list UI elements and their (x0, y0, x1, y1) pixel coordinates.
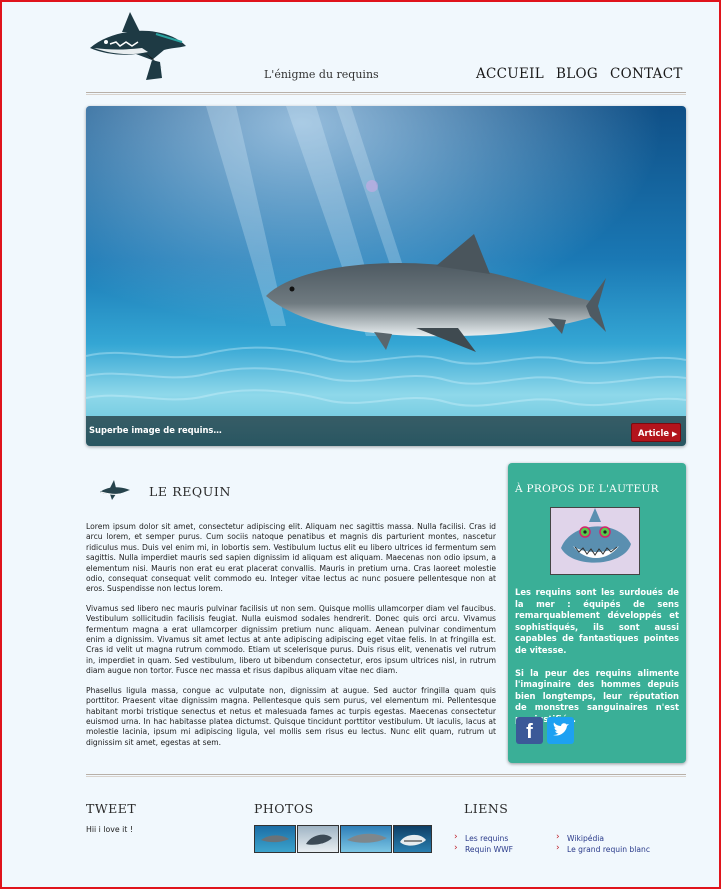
nav-accueil[interactable]: ACCUEIL (476, 66, 544, 82)
footer-link[interactable]: Requin WWF (454, 843, 513, 855)
photo-thumbnail[interactable] (393, 825, 432, 853)
play-arrow-icon: ▶ (671, 430, 678, 438)
sidebar-title: À PROPOS DE L'AUTEUR (515, 483, 659, 495)
article-button[interactable]: Article ▶ (631, 423, 681, 442)
article-paragraph: Lorem ipsum dolor sit amet, consectetur … (86, 522, 496, 594)
site-tagline: L'énigme du requins (264, 68, 379, 81)
shark-logo-icon (90, 12, 186, 80)
author-sidebar: À PROPOS DE L'AUTEUR Les requins sont le… (508, 463, 686, 763)
site-logo[interactable] (86, 8, 190, 86)
sidebar-text: Les requins sont les surdoués de la mer … (515, 587, 679, 737)
article-paragraph: Phasellus ligula massa, congue ac vulput… (86, 685, 496, 747)
photo-thumbnail[interactable] (340, 825, 392, 853)
article-title: LE REQUIN (149, 484, 231, 499)
footer-tweet-title: TWEET (86, 801, 137, 816)
article-shark-icon (98, 478, 132, 506)
photo-thumbnail[interactable] (297, 825, 339, 853)
footer-divider (86, 774, 686, 777)
footer-links-col1: Les requins Requin WWF (454, 832, 513, 855)
hero-caption: Superbe image de requins… (89, 425, 222, 435)
nav-contact[interactable]: CONTACT (610, 66, 683, 82)
hero-shark-image (86, 106, 686, 446)
twitter-icon[interactable] (547, 717, 574, 744)
footer-link[interactable]: Wikipédia (556, 832, 650, 844)
article-button-label: Article (638, 428, 670, 438)
nav-blog[interactable]: BLOG (556, 66, 598, 82)
main-nav: ACCUEIL BLOG CONTACT (464, 66, 683, 82)
footer-tweet-text: Hii i love it ! (86, 825, 133, 834)
header-divider (86, 92, 686, 95)
footer-links-title: LIENS (464, 801, 509, 816)
footer-link[interactable]: Le grand requin blanc (556, 843, 650, 855)
footer-photos-title: PHOTOS (254, 801, 314, 816)
footer-link[interactable]: Les requins (454, 832, 513, 844)
hero-slider[interactable] (86, 106, 686, 446)
author-avatar (550, 507, 640, 575)
article-paragraph: Vivamus sed libero nec mauris pulvinar f… (86, 603, 496, 676)
article-body: Lorem ipsum dolor sit amet, consectetur … (86, 522, 496, 757)
photo-thumbnail[interactable] (254, 825, 296, 853)
facebook-icon[interactable]: f (516, 717, 543, 744)
photo-gallery (254, 825, 432, 854)
sidebar-paragraph: Les requins sont les surdoués de la mer … (515, 587, 679, 655)
footer-links-col2: Wikipédia Le grand requin blanc (556, 832, 650, 855)
